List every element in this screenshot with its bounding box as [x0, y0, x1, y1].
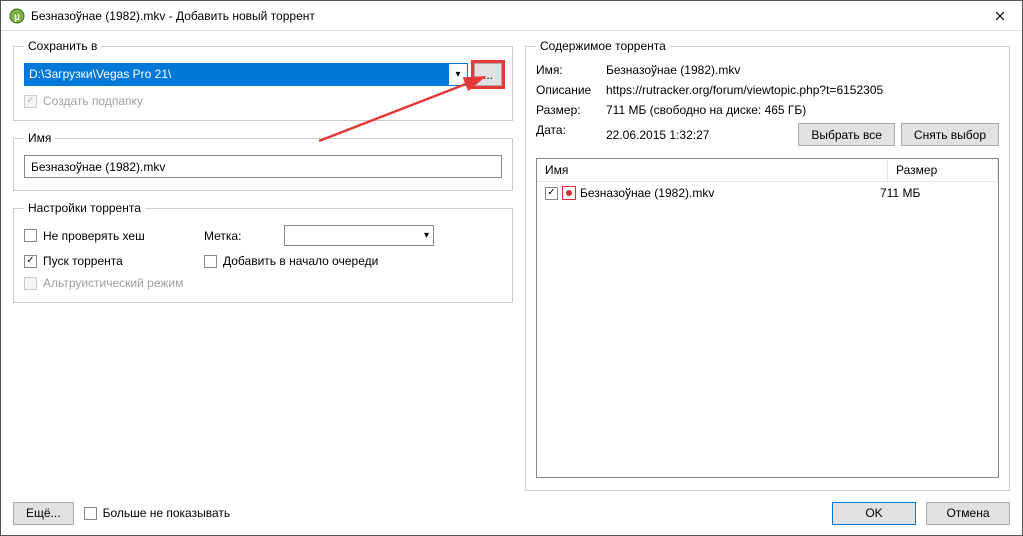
left-column: Сохранить в D:\Загрузки\Vegas Pro 21\ ▾ …	[13, 39, 513, 491]
file-name: Безназоўнае (1982).mkv	[580, 186, 714, 200]
start-torrent-label: Пуск торрента	[43, 254, 123, 268]
contents-legend: Содержимое торрента	[536, 39, 670, 53]
dont-show-label: Больше не показывать	[103, 506, 231, 520]
browse-button[interactable]: ...	[474, 63, 502, 86]
ellipsis-icon: ...	[483, 68, 493, 82]
info-size-value: 711 МБ (свободно на диске: 465 ГБ)	[606, 103, 999, 117]
deselect-all-button[interactable]: Снять выбор	[901, 123, 999, 146]
content-area: Сохранить в D:\Загрузки\Vegas Pro 21\ ▾ …	[1, 31, 1022, 491]
footer: Ещё... Больше не показывать OK Отмена	[1, 491, 1022, 535]
info-name-label: Имя:	[536, 63, 606, 77]
dialog-window: µ Безназоўнае (1982).mkv - Добавить новы…	[0, 0, 1023, 536]
file-table-header: Имя Размер	[537, 159, 998, 182]
col-size-header[interactable]: Размер	[888, 159, 998, 181]
save-path-value: D:\Загрузки\Vegas Pro 21\	[25, 64, 449, 85]
table-row[interactable]: Безназоўнае (1982).mkv 711 МБ	[537, 182, 998, 204]
label-dropdown[interactable]: ▾	[284, 225, 434, 246]
info-size-label: Размер:	[536, 103, 606, 117]
create-subfolder-label: Создать подпапку	[43, 94, 143, 108]
titlebar: µ Безназоўнае (1982).mkv - Добавить новы…	[1, 1, 1022, 31]
start-torrent-checkbox[interactable]	[24, 255, 37, 268]
info-date-value: 22.06.2015 1:32:27	[606, 128, 792, 142]
video-file-icon	[562, 186, 576, 200]
torrent-name-input[interactable]	[24, 155, 502, 178]
settings-legend: Настройки торрента	[24, 201, 145, 215]
select-all-button[interactable]: Выбрать все	[798, 123, 895, 146]
create-subfolder-checkbox	[24, 95, 37, 108]
file-size: 711 МБ	[880, 186, 990, 200]
save-path-dropdown[interactable]: D:\Загрузки\Vegas Pro 21\ ▾	[24, 63, 468, 86]
name-legend: Имя	[24, 131, 55, 145]
save-in-legend: Сохранить в	[24, 39, 101, 53]
info-date-label: Дата:	[536, 123, 606, 146]
label-label: Метка:	[204, 229, 284, 243]
svg-text:µ: µ	[14, 12, 20, 23]
app-icon: µ	[9, 8, 25, 24]
col-name-header[interactable]: Имя	[537, 159, 888, 181]
dont-show-checkbox[interactable]	[84, 507, 97, 520]
right-column: Содержимое торрента Имя: Безназоўнае (19…	[525, 39, 1010, 491]
skip-hash-checkbox[interactable]	[24, 229, 37, 242]
ok-button[interactable]: OK	[832, 502, 916, 525]
skip-hash-label: Не проверять хеш	[43, 229, 145, 243]
save-in-group: Сохранить в D:\Загрузки\Vegas Pro 21\ ▾ …	[13, 39, 513, 121]
add-top-label: Добавить в начало очереди	[223, 254, 378, 268]
chevron-down-icon: ▾	[449, 64, 467, 85]
info-desc-label: Описание	[536, 83, 606, 97]
more-button[interactable]: Ещё...	[13, 502, 74, 525]
info-name-value: Безназоўнае (1982).mkv	[606, 63, 999, 77]
name-group: Имя	[13, 131, 513, 191]
file-table: Имя Размер Безназоўнае (1982).mkv 711 МБ	[536, 158, 999, 478]
altruistic-label: Альтруистический режим	[43, 276, 183, 290]
contents-group: Содержимое торрента Имя: Безназоўнае (19…	[525, 39, 1010, 491]
close-button[interactable]	[977, 1, 1022, 31]
settings-group: Настройки торрента Не проверять хеш Метк…	[13, 201, 513, 303]
window-title: Безназоўнае (1982).mkv - Добавить новый …	[31, 9, 977, 23]
altruistic-checkbox	[24, 277, 37, 290]
cancel-button[interactable]: Отмена	[926, 502, 1010, 525]
file-table-body: Безназоўнае (1982).mkv 711 МБ	[537, 182, 998, 477]
info-desc-value: https://rutracker.org/forum/viewtopic.ph…	[606, 83, 999, 97]
file-checkbox[interactable]	[545, 187, 558, 200]
add-top-checkbox[interactable]	[204, 255, 217, 268]
